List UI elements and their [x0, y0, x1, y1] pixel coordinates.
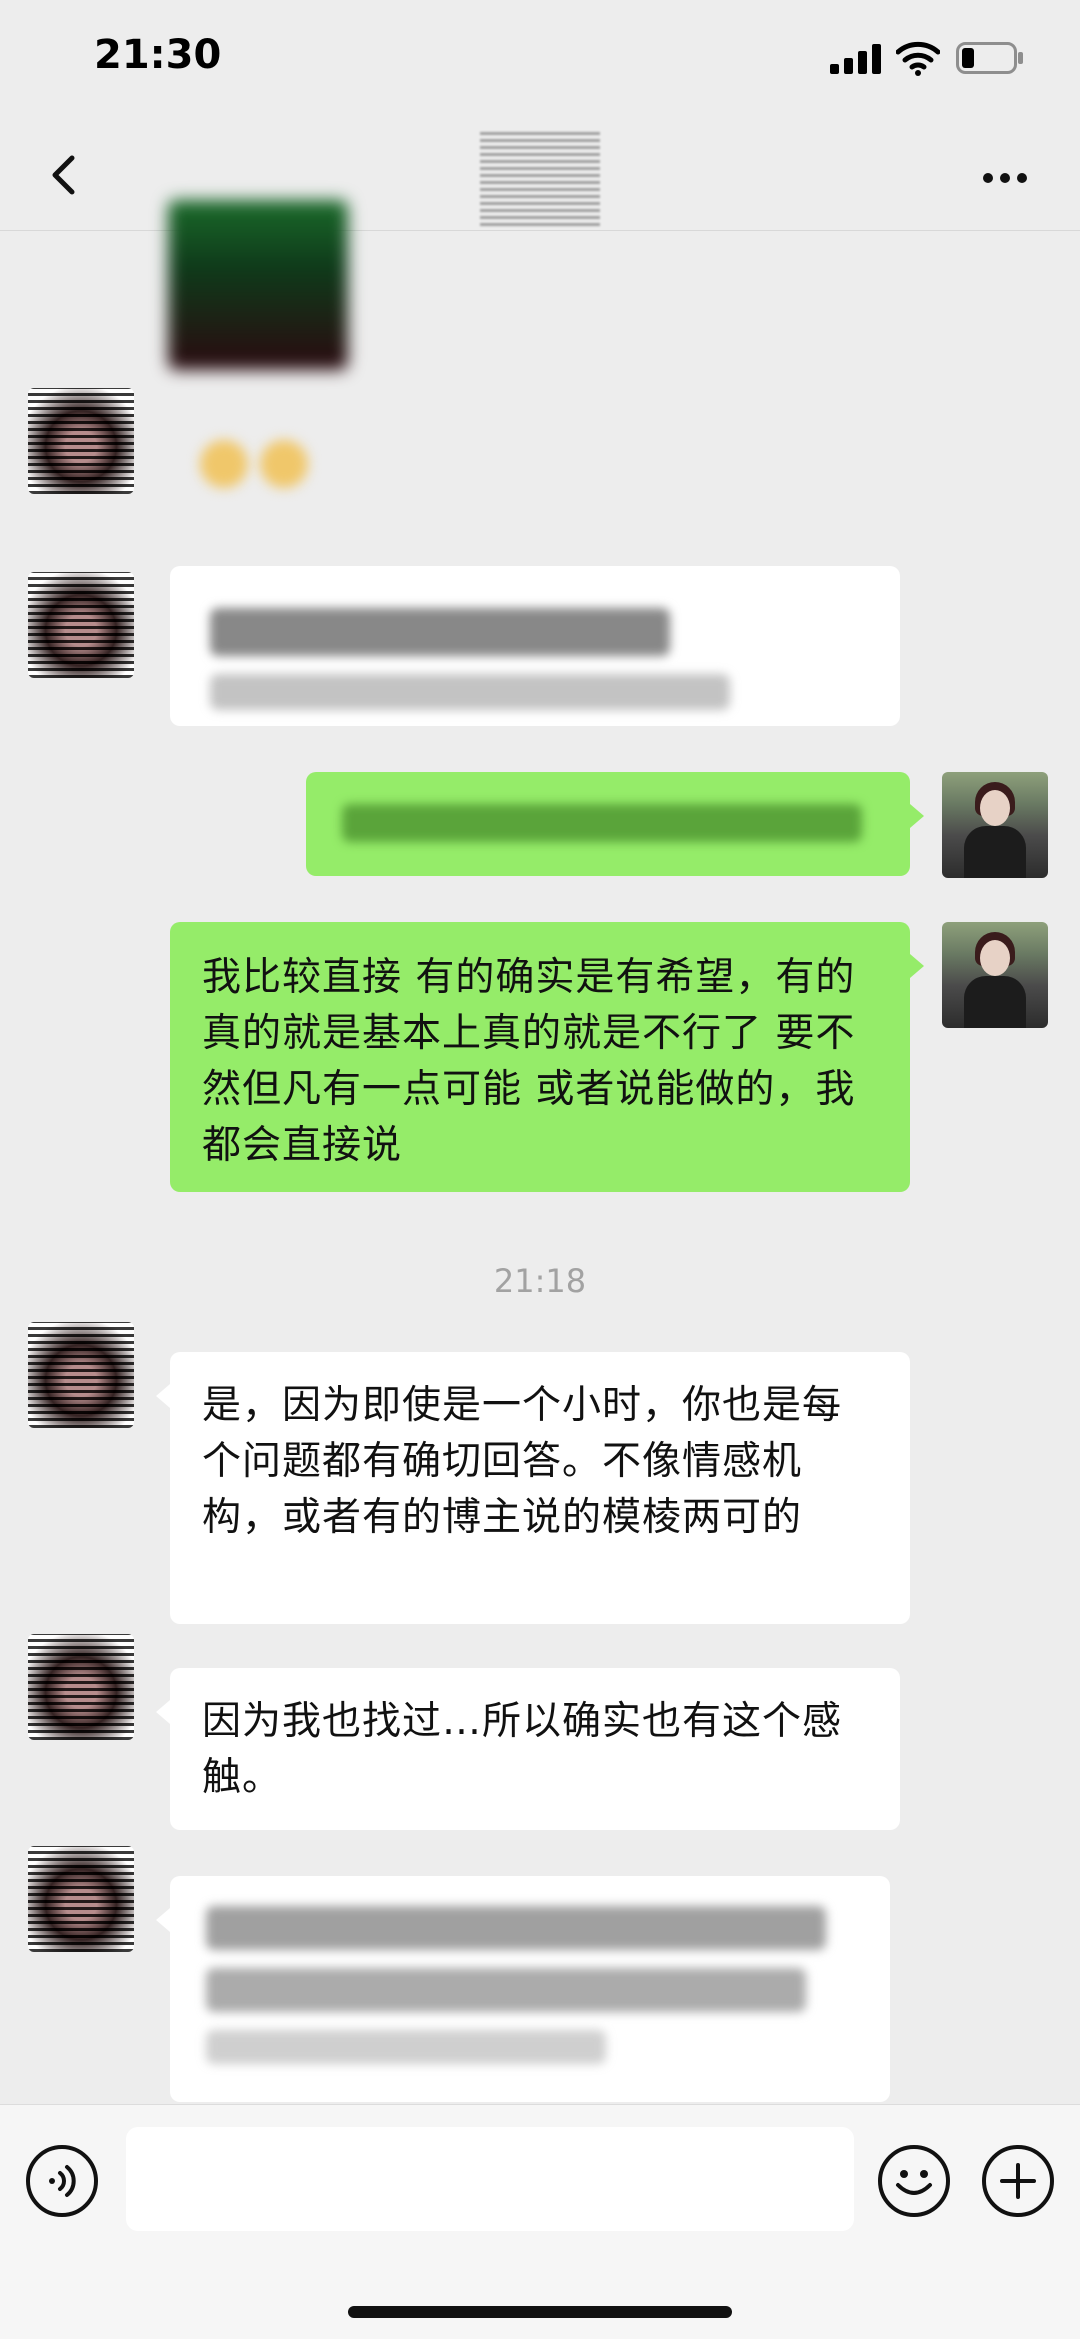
message-bubble-blurred[interactable] [170, 566, 900, 726]
contact-avatar[interactable] [28, 1634, 134, 1740]
message-bubble-received[interactable]: 因为我也找过…所以确实也有这个感触。 [156, 1668, 900, 1830]
contact-avatar[interactable] [28, 1846, 134, 1952]
self-avatar[interactable] [942, 922, 1048, 1028]
status-time: 21:30 [94, 32, 222, 78]
battery-icon [956, 42, 1023, 74]
blurred-text [342, 804, 874, 842]
voice-icon [49, 2165, 76, 2197]
nav-bar [0, 120, 1080, 231]
emoji-button[interactable] [878, 2145, 950, 2217]
contact-avatar[interactable] [28, 572, 134, 678]
signal-icon [830, 44, 881, 74]
self-avatar[interactable] [942, 772, 1048, 878]
emoji-icon [896, 2170, 932, 2195]
message-text: 我比较直接 有的确实是有希望，有的真的就是基本上真的就是不行了 要不然但凡有一点… [202, 955, 856, 1168]
status-bar: 21:30 [0, 0, 1080, 120]
message-bubble-blurred[interactable] [156, 1876, 890, 2102]
message-input[interactable] [126, 2127, 854, 2231]
input-bar [0, 2104, 1080, 2339]
blurred-text [210, 608, 860, 710]
back-icon[interactable] [30, 140, 100, 210]
more-icon[interactable] [970, 148, 1040, 208]
message-text: 是，因为即使是一个小时，你也是每个问题都有确切回答。不像情感机构，或者有的博主说… [202, 1383, 843, 1540]
message-bubble-received[interactable]: 是，因为即使是一个小时，你也是每个问题都有确切回答。不像情感机构，或者有的博主说… [156, 1352, 910, 1624]
contact-avatar[interactable] [28, 1322, 134, 1428]
message-bubble-sent[interactable]: 我比较直接 有的确实是有希望，有的真的就是基本上真的就是不行了 要不然但凡有一点… [170, 922, 924, 1192]
contact-avatar[interactable] [28, 388, 134, 494]
message-image-blurred[interactable] [168, 200, 348, 370]
message-timestamp: 21:18 [493, 1262, 587, 1300]
message-text: 因为我也找过…所以确实也有这个感触。 [202, 1699, 843, 1800]
wifi-icon [896, 41, 940, 76]
voice-button[interactable] [26, 2145, 98, 2217]
blurred-text [206, 1906, 854, 2064]
plus-icon [1000, 2163, 1036, 2199]
plus-button[interactable] [982, 2145, 1054, 2217]
message-emoji-blurred [200, 430, 320, 500]
contact-name-blurred [480, 130, 600, 226]
home-indicator[interactable] [348, 2306, 732, 2318]
message-bubble-sent-blurred[interactable] [306, 772, 924, 876]
